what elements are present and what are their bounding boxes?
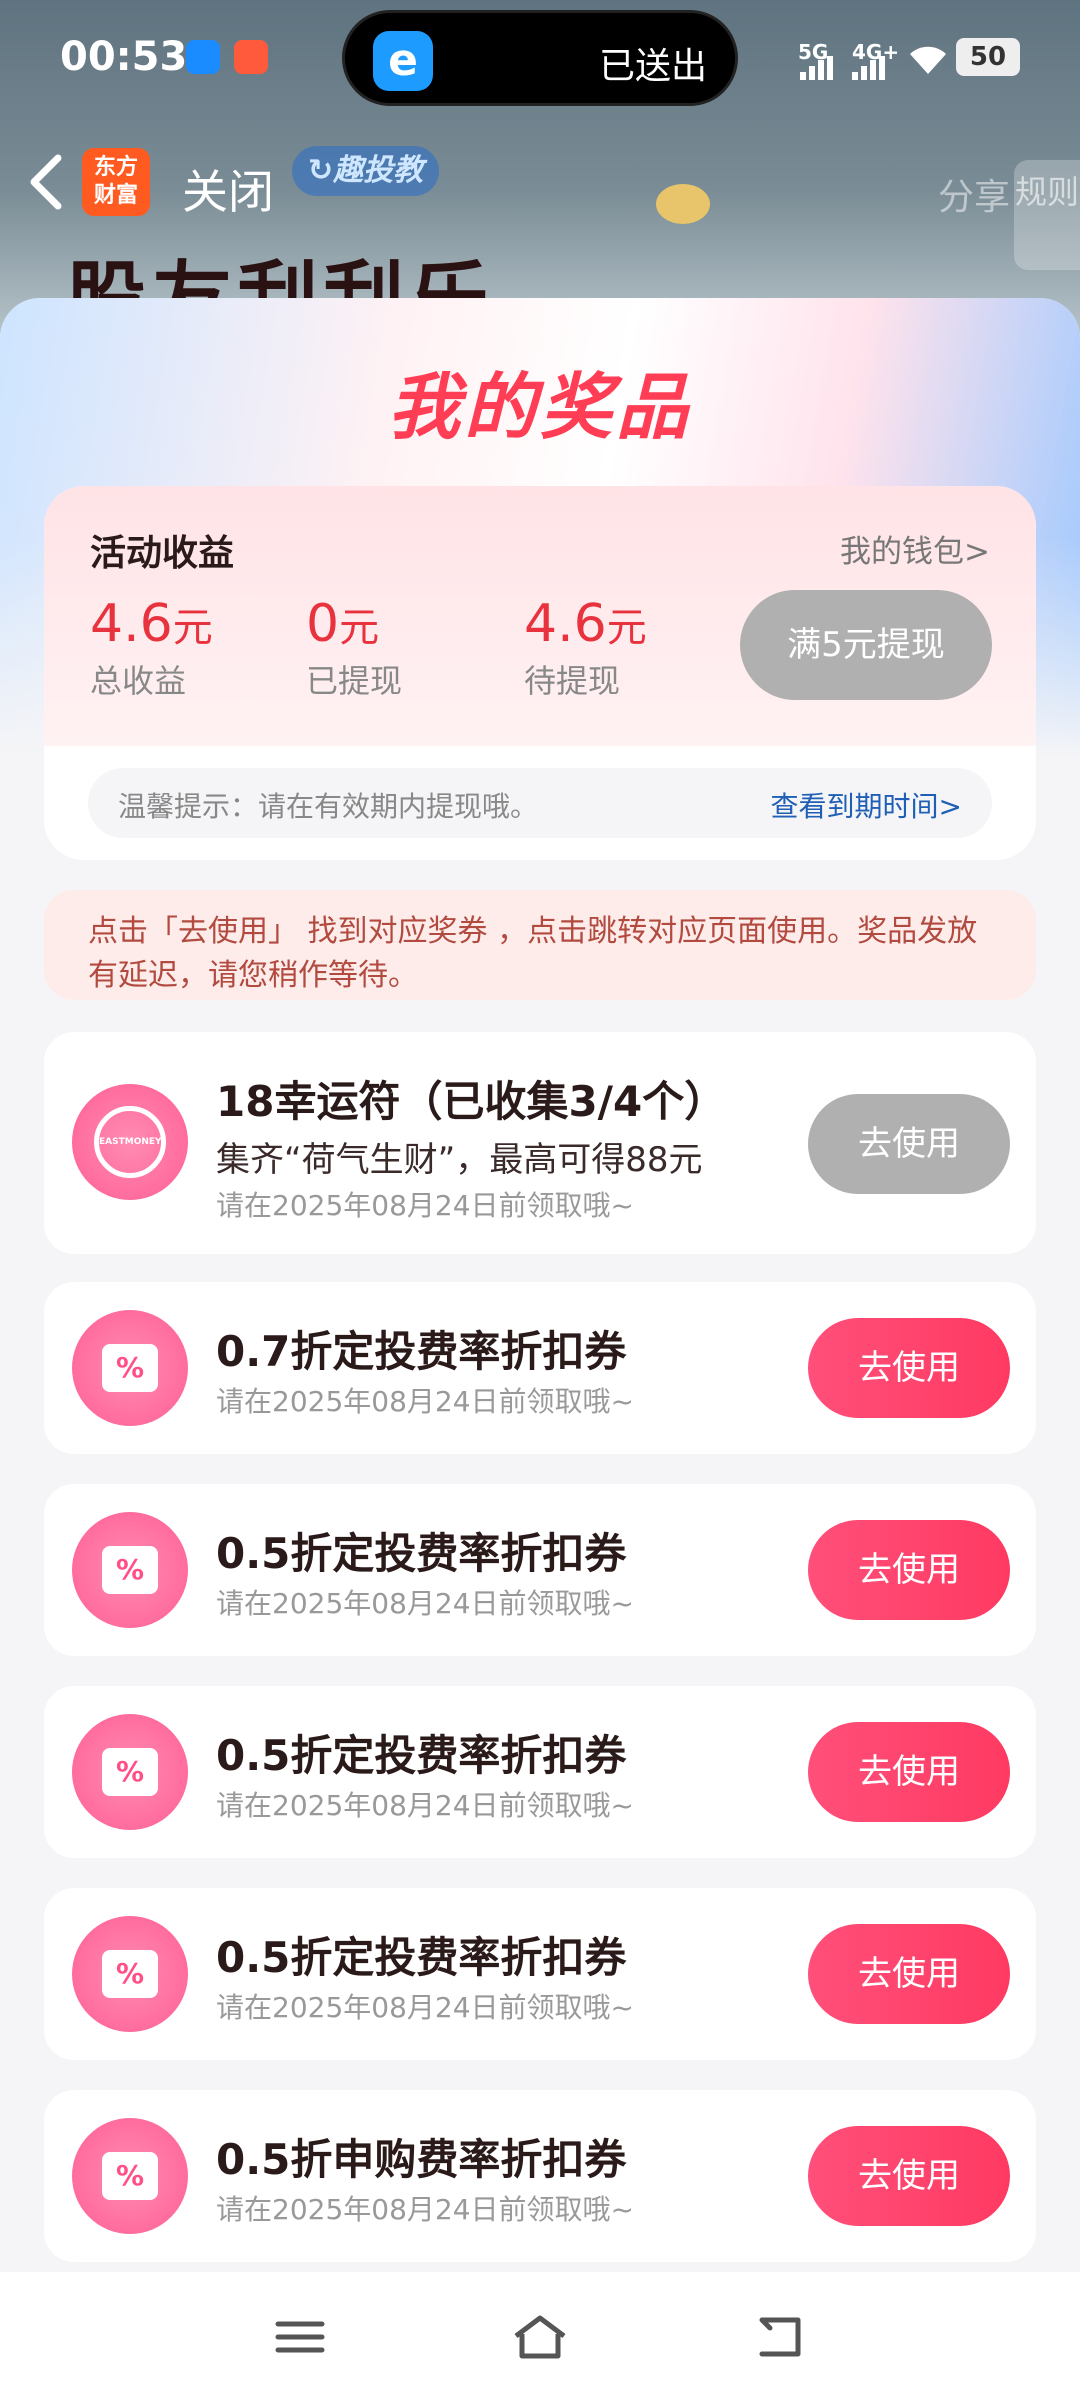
prize-date: 请在2025年08月24日前领取哦~ — [216, 1587, 634, 1620]
prize-date: 请在2025年08月24日前领取哦~ — [216, 2193, 634, 2226]
coupon-glyph: % — [102, 1546, 158, 1594]
prize-title: 0.5折定投费率折扣券 — [216, 1731, 627, 1780]
withdraw-button[interactable]: 满5元提现 — [740, 590, 992, 700]
dynamic-island[interactable]: e 已送出 — [342, 10, 738, 106]
back-icon[interactable] — [750, 2312, 810, 2362]
expiry-time-link[interactable]: 查看到期时间> — [771, 785, 962, 825]
prize-title: 0.5折定投费率折扣券 — [216, 1933, 627, 1982]
system-navigation-bar — [0, 2272, 1080, 2400]
home-icon[interactable] — [510, 2312, 570, 2362]
battery-icon: 50 — [956, 38, 1020, 76]
lucky-charm-icon: EASTMONEY — [72, 1084, 188, 1200]
page-title: 我的奖品 — [387, 365, 692, 449]
use-button[interactable]: 去使用 — [808, 1520, 1010, 1620]
notification-app-icon — [186, 40, 220, 74]
stat-label: 总收益 — [90, 662, 187, 700]
stat-value: 4.6元 — [524, 594, 647, 654]
prize-date: 请在2025年08月24日前领取哦~ — [216, 1189, 634, 1222]
coupon-icon: % — [72, 1310, 188, 1426]
prize-item: % 0.5折定投费率折扣券 请在2025年08月24日前领取哦~ 去使用 — [44, 1686, 1036, 1858]
use-button[interactable]: 去使用 — [808, 1924, 1010, 2024]
stat-value: 4.6元 — [90, 594, 213, 654]
use-button[interactable]: 去使用 — [808, 1094, 1010, 1194]
browser-app-icon: e — [373, 31, 433, 91]
stat-pending: 4.6元 待提现 — [524, 594, 647, 702]
share-button[interactable]: 分享 — [938, 168, 1010, 220]
close-button[interactable]: 关闭 — [182, 156, 274, 222]
prize-title: 0.7折定投费率折扣券 — [216, 1327, 627, 1376]
earnings-title: 活动收益 — [90, 533, 235, 574]
coupon-glyph: % — [102, 1344, 158, 1392]
usage-notice: 点击「去使用」 找到对应奖券 ，点击跳转对应页面使用。奖品发放有延迟，请您稍作等… — [44, 890, 1036, 1000]
stat-label: 已提现 — [306, 662, 403, 700]
app-logo: 东方 财富 — [82, 148, 150, 216]
prizes-panel: 我的奖品 活动收益 我的钱包> 4.6元 总收益 0元 已提现 4.6元 待提现… — [0, 298, 1080, 2400]
wifi-icon — [906, 40, 950, 85]
rules-label: 规则 — [1014, 173, 1079, 211]
coupon-icon: % — [72, 2118, 188, 2234]
coupon-glyph: % — [102, 1950, 158, 1998]
stat-withdrawn: 0元 已提现 — [306, 594, 402, 702]
stat-label: 待提现 — [524, 662, 621, 700]
prize-item: % 0.5折定投费率折扣券 请在2025年08月24日前领取哦~ 去使用 — [44, 1484, 1036, 1656]
use-button[interactable]: 去使用 — [808, 1318, 1010, 1418]
stat-value: 0元 — [306, 594, 380, 654]
prize-title: 18幸运符（已收集3/4个） — [216, 1077, 727, 1126]
wallet-link[interactable]: 我的钱包> — [840, 526, 990, 571]
education-tag: ↻趣投教 — [292, 146, 440, 196]
prize-subtitle: 集齐“荷气生财”，最高可得88元 — [216, 1140, 703, 1180]
stat-total: 4.6元 总收益 — [90, 594, 213, 702]
coupon-glyph: % — [102, 1748, 158, 1796]
notification-app-icon — [234, 40, 268, 74]
use-button[interactable]: 去使用 — [808, 2126, 1010, 2226]
signal-bars-icon — [800, 56, 836, 86]
coupon-glyph: % — [102, 2152, 158, 2200]
coin-decoration — [656, 184, 710, 224]
rules-button[interactable]: 规则 — [1014, 160, 1080, 270]
back-arrow-icon[interactable] — [22, 150, 72, 214]
prize-date: 请在2025年08月24日前领取哦~ — [216, 1789, 634, 1822]
prize-date: 请在2025年08月24日前领取哦~ — [216, 1991, 634, 2024]
coupon-icon: % — [72, 1512, 188, 1628]
prize-date: 请在2025年08月24日前领取哦~ — [216, 1385, 634, 1418]
prize-item: EASTMONEY 18幸运符（已收集3/4个） 集齐“荷气生财”，最高可得88… — [44, 1032, 1036, 1254]
logo-text: 东方 — [93, 155, 138, 180]
logo-text: 财富 — [93, 183, 138, 208]
coupon-icon: % — [72, 1714, 188, 1830]
eastmoney-seal: EASTMONEY — [94, 1106, 166, 1178]
prize-item: % 0.5折定投费率折扣券 请在2025年08月24日前领取哦~ 去使用 — [44, 1888, 1036, 2060]
signal-bars-icon — [852, 56, 888, 86]
tip-text: 温馨提示：请在有效期内提现哦。 — [118, 790, 539, 823]
use-button[interactable]: 去使用 — [808, 1722, 1010, 1822]
prize-title: 0.5折申购费率折扣券 — [216, 2135, 627, 2184]
menu-icon[interactable] — [270, 2312, 330, 2362]
coupon-icon: % — [72, 1916, 188, 2032]
tip-bar: 温馨提示：请在有效期内提现哦。 查看到期时间> — [88, 768, 992, 838]
status-bar: 00:53 e 已送出 5G 4G+ 50 — [0, 0, 1080, 116]
prize-title: 0.5折定投费率折扣券 — [216, 1529, 627, 1578]
prize-item: % 0.7折定投费率折扣券 请在2025年08月24日前领取哦~ 去使用 — [44, 1282, 1036, 1454]
island-status-text: 已送出 — [598, 46, 707, 87]
status-time: 00:53 — [60, 34, 188, 80]
prize-item: % 0.5折申购费率折扣券 请在2025年08月24日前领取哦~ 去使用 — [44, 2090, 1036, 2262]
earnings-card: 活动收益 我的钱包> 4.6元 总收益 0元 已提现 4.6元 待提现 满5元提… — [44, 486, 1036, 860]
